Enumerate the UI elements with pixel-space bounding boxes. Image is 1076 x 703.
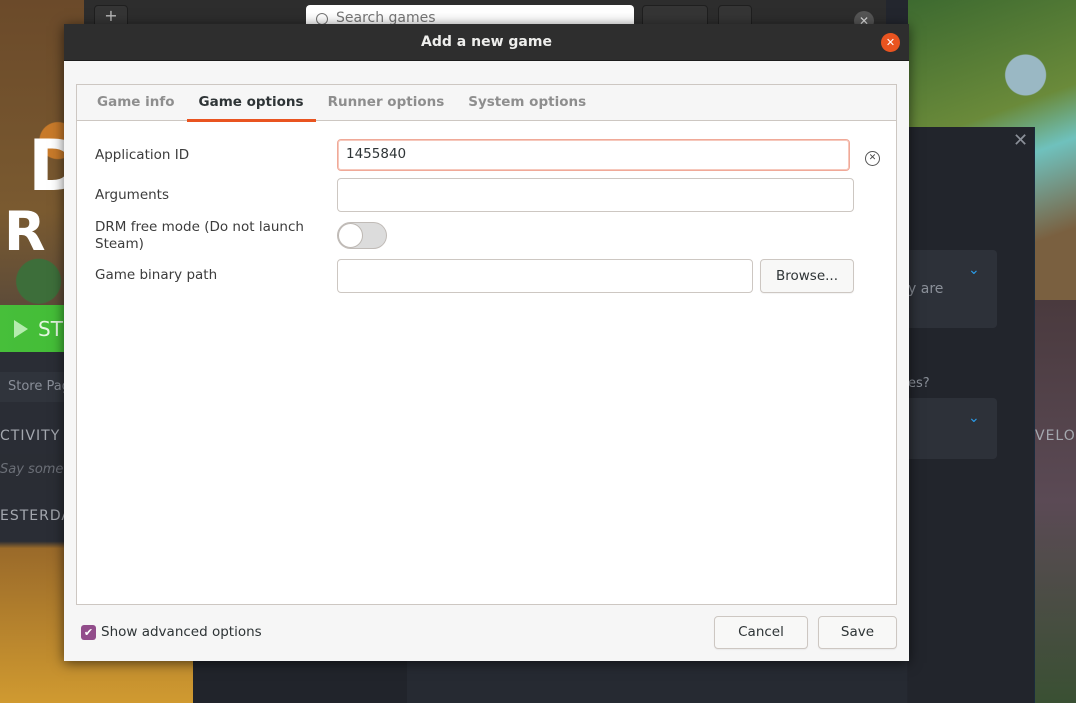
tab-game-options[interactable]: Game options — [186, 85, 316, 122]
show-advanced-checkbox[interactable]: ✔ Show advanced options — [81, 624, 262, 640]
game-binary-path-input[interactable] — [337, 259, 753, 293]
play-icon — [14, 319, 28, 338]
chevron-down-icon[interactable]: ⌄ — [968, 262, 980, 278]
play-label: ST — [38, 316, 63, 341]
tab-game-info[interactable]: Game info — [85, 85, 187, 121]
tab-system-options[interactable]: System options — [456, 85, 598, 121]
browse-button[interactable]: Browse... — [760, 259, 854, 293]
dialog-close-button[interactable]: ✕ — [881, 33, 900, 52]
drm-free-label: DRM free mode (Do not launch Steam) — [95, 219, 304, 252]
application-id-label: Application ID — [95, 147, 190, 163]
add-game-dialog: Add a new game ✕ Game info Game options … — [64, 24, 909, 661]
developer-heading: VELO — [1035, 428, 1076, 444]
arguments-input[interactable] — [337, 178, 854, 212]
dialog-titlebar: Add a new game ✕ — [64, 24, 909, 61]
side-panel-dropdown[interactable] — [908, 398, 997, 459]
game-logo-letter: R — [4, 200, 46, 263]
application-id-input[interactable]: 1455840 — [337, 139, 850, 171]
clear-icon[interactable]: ✕ — [865, 151, 880, 166]
show-advanced-label: Show advanced options — [101, 624, 262, 640]
game-artwork-screenshot — [1035, 300, 1076, 703]
toggle-knob — [338, 223, 363, 248]
side-panel-close-icon[interactable]: ✕ — [1013, 130, 1028, 151]
drm-free-toggle[interactable] — [337, 222, 387, 249]
tab-bar: Game info Game options Runner options Sy… — [77, 85, 896, 122]
side-panel-text: y are — [908, 281, 944, 297]
dialog-title: Add a new game — [421, 34, 552, 50]
options-notebook: Game info Game options Runner options Sy… — [76, 84, 897, 605]
game-binary-path-label: Game binary path — [95, 267, 218, 283]
save-button[interactable]: Save — [818, 616, 897, 649]
side-panel-text: es? — [908, 376, 930, 391]
chevron-down-icon[interactable]: ⌄ — [968, 410, 980, 426]
tab-runner-options[interactable]: Runner options — [316, 85, 457, 121]
cancel-button[interactable]: Cancel — [714, 616, 808, 649]
arguments-label: Arguments — [95, 187, 170, 203]
checkmark-icon: ✔ — [81, 624, 96, 640]
